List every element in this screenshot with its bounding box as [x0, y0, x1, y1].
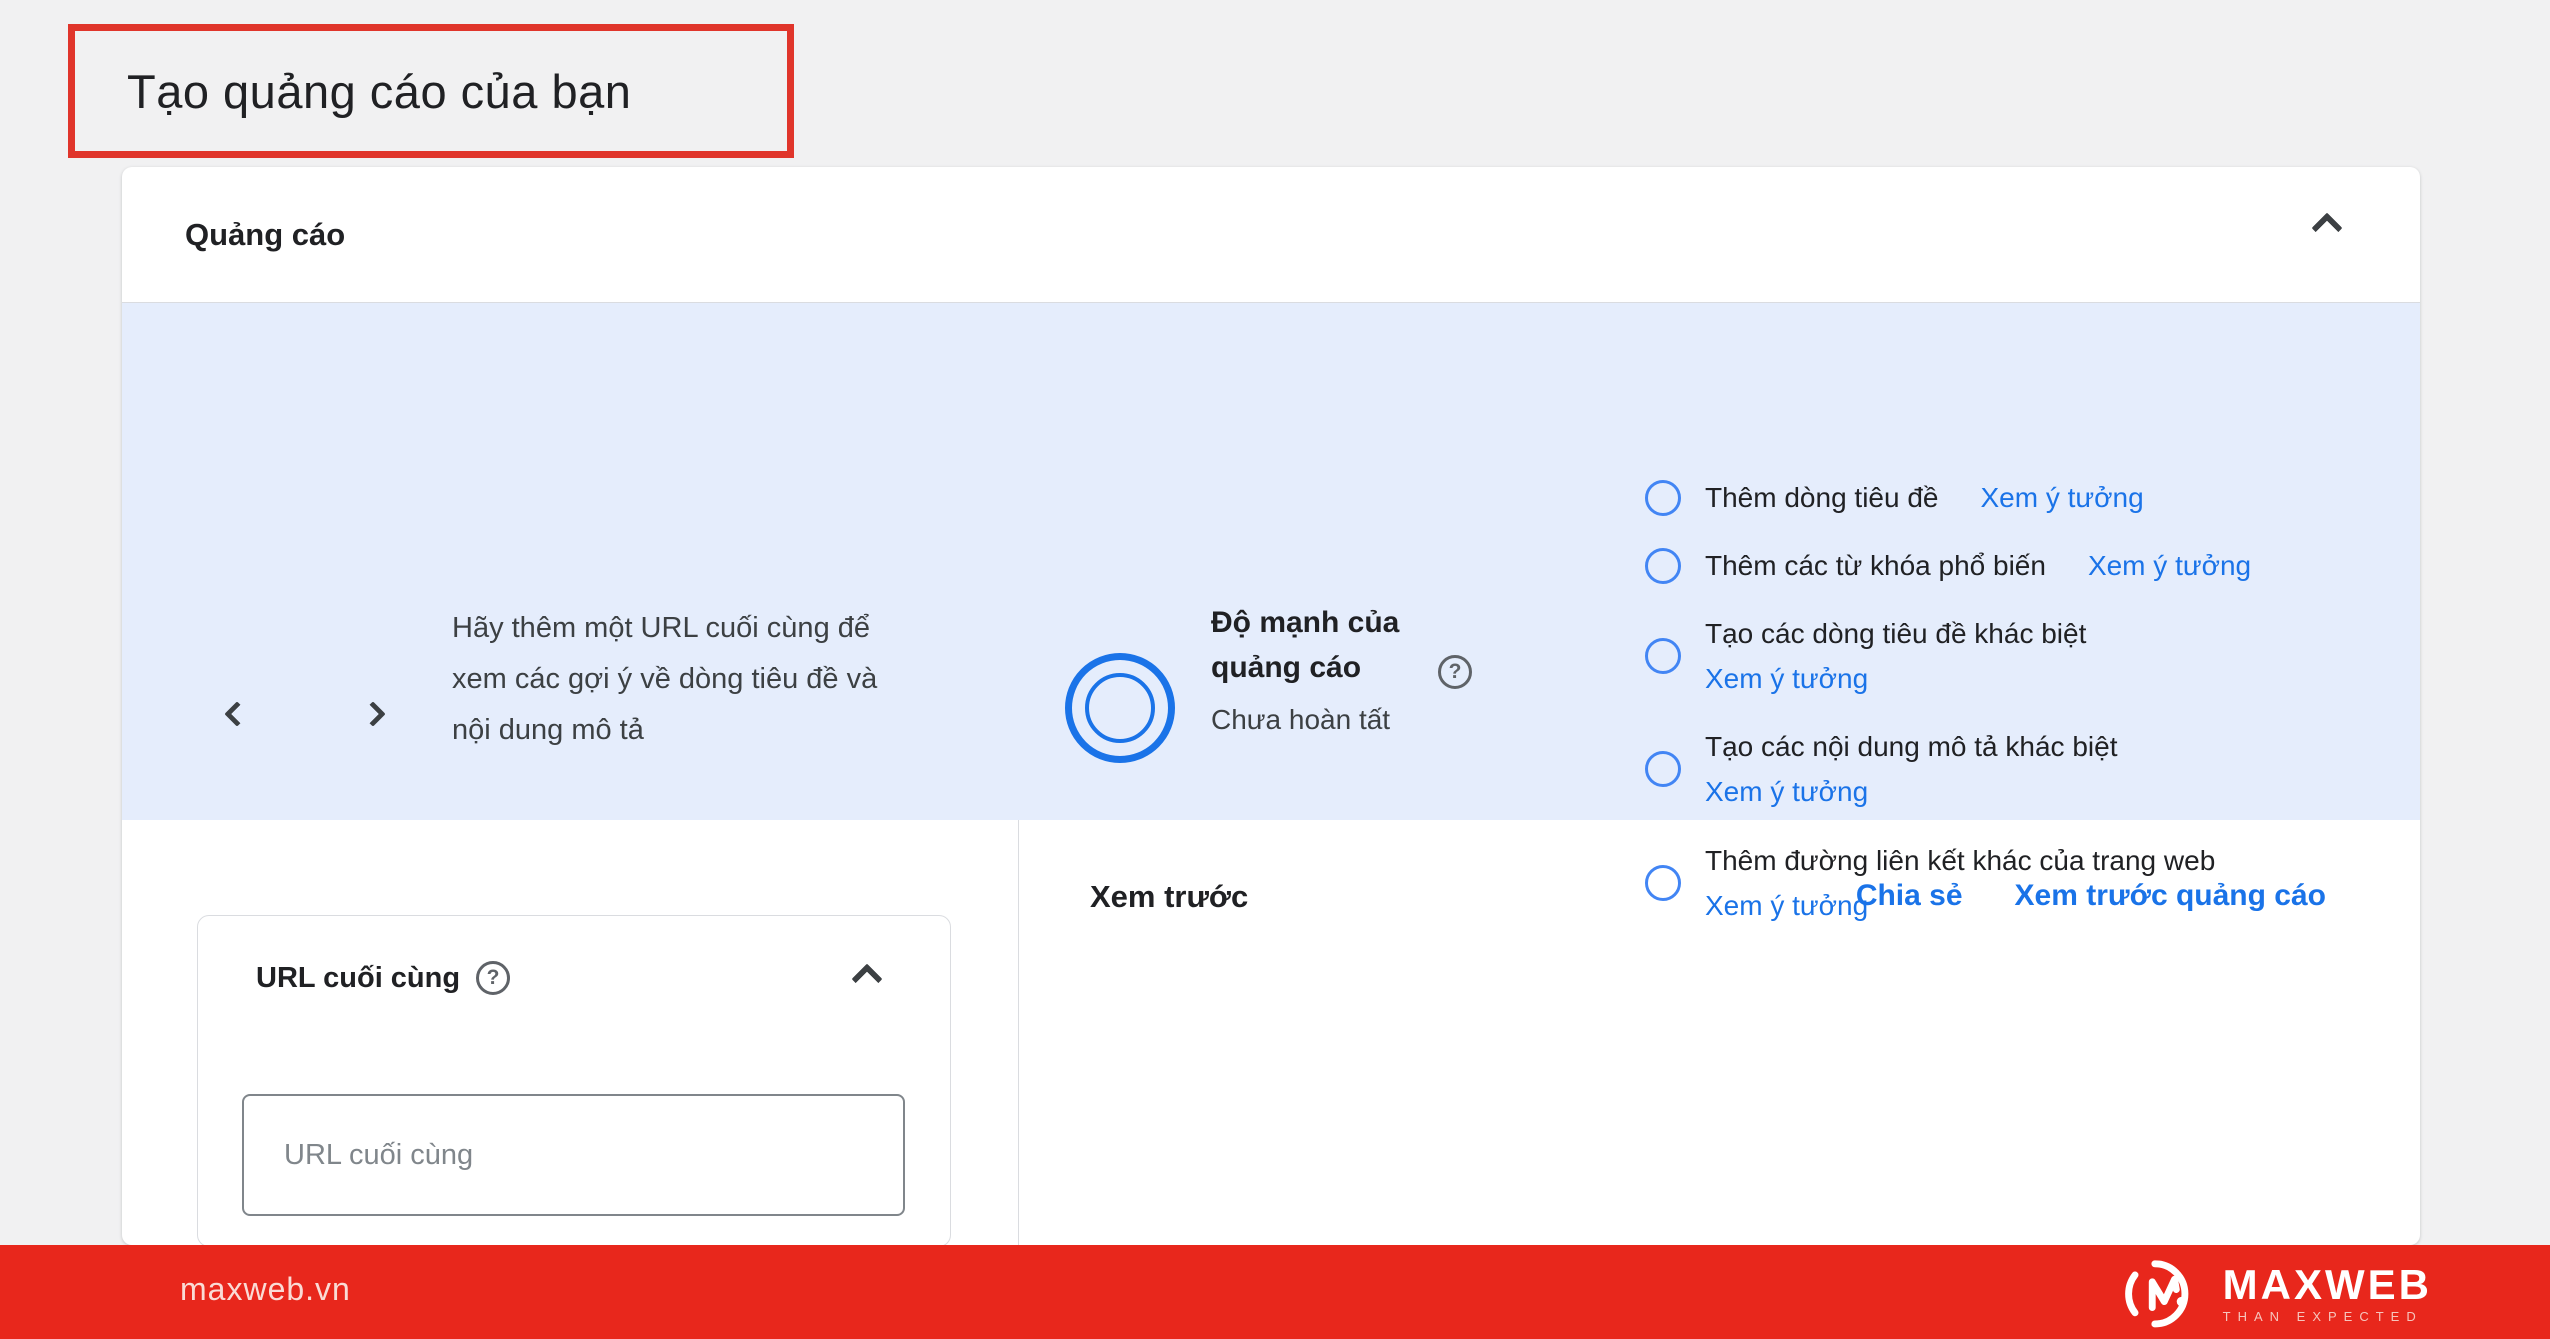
- final-url-input[interactable]: [242, 1094, 905, 1216]
- page: Tạo quảng cáo của bạn Quảng cáo Hãy thêm…: [0, 0, 2550, 1339]
- suggestion-label: Thêm đường liên kết khác của trang web: [1705, 838, 2215, 883]
- footer-brand: MAXWEB THAN EXPECTED: [2123, 1251, 2432, 1335]
- ad-card-header: Quảng cáo: [122, 167, 2420, 303]
- page-title-highlight-box: Tạo quảng cáo của bạn: [68, 24, 794, 158]
- carousel-next-button[interactable]: [350, 691, 396, 737]
- radio-button-icon[interactable]: [1645, 480, 1681, 516]
- help-icon[interactable]: ?: [1438, 655, 1472, 689]
- help-icon[interactable]: ?: [476, 961, 510, 995]
- chevron-right-icon: [360, 701, 385, 726]
- final-url-title: URL cuối cùng: [256, 962, 460, 995]
- ad-preview-link[interactable]: Xem trước quảng cáo: [2015, 879, 2326, 913]
- suggestion-item-add-keywords: Thêm các từ khóa phổ biến Xem ý tưởng: [1645, 543, 2251, 588]
- ad-strength-banner: Hãy thêm một URL cuối cùng để xem các gợ…: [122, 303, 2420, 820]
- radio-button-icon[interactable]: [1645, 638, 1681, 674]
- suggestion-item-unique-headlines: Tạo các dòng tiêu đề khác biệt Xem ý tưở…: [1645, 611, 2086, 701]
- suggestion-label: Thêm dòng tiêu đề: [1705, 475, 1939, 520]
- collapse-card-button[interactable]: [2316, 217, 2338, 244]
- column-divider: [1018, 820, 1019, 1245]
- ad-card-title: Quảng cáo: [185, 217, 345, 253]
- share-link[interactable]: Chia sẻ: [1856, 879, 1963, 913]
- ad-card: Quảng cáo Hãy thêm một URL cuối cùng để …: [122, 167, 2420, 1245]
- view-ideas-link[interactable]: Xem ý tưởng: [1705, 656, 2086, 701]
- preview-title: Xem trước: [1090, 879, 1248, 915]
- view-ideas-link[interactable]: Xem ý tưởng: [1705, 769, 2117, 814]
- banner-hint-text: Hãy thêm một URL cuối cùng để xem các gợ…: [452, 603, 880, 756]
- final-url-card: URL cuối cùng ?: [197, 915, 951, 1247]
- footer-bar: maxweb.vn MAXWEB THAN EXPECTED: [0, 1245, 2550, 1339]
- ad-strength-gauge: [1065, 653, 1175, 763]
- page-title: Tạo quảng cáo của bạn: [127, 64, 631, 119]
- footer-brand-tagline: THAN EXPECTED: [2223, 1309, 2432, 1324]
- carousel-prev-button[interactable]: [214, 691, 260, 737]
- ad-strength-block: Độ mạnh của quảng cáo Chưa hoàn tất: [1211, 600, 1436, 740]
- final-url-header: URL cuối cùng ?: [256, 961, 510, 995]
- suggestion-label: Thêm các từ khóa phổ biến: [1705, 543, 2046, 588]
- radio-button-icon[interactable]: [1645, 865, 1681, 901]
- view-ideas-link[interactable]: Xem ý tưởng: [1981, 475, 2144, 520]
- suggestion-label: Tạo các dòng tiêu đề khác biệt: [1705, 611, 2086, 656]
- ad-strength-gauge-inner: [1085, 673, 1155, 743]
- chevron-up-icon: [2311, 212, 2342, 243]
- maxweb-logo-icon: [2123, 1251, 2209, 1335]
- radio-button-icon[interactable]: [1645, 548, 1681, 584]
- view-ideas-link[interactable]: Xem ý tưởng: [2088, 543, 2251, 588]
- chevron-left-icon: [224, 701, 249, 726]
- suggestion-item-unique-descriptions: Tạo các nội dung mô tả khác biệt Xem ý t…: [1645, 724, 2117, 814]
- chevron-up-icon: [851, 963, 882, 994]
- suggestion-item-add-headlines: Thêm dòng tiêu đề Xem ý tưởng: [1645, 475, 2144, 520]
- footer-brand-name: MAXWEB: [2223, 1263, 2432, 1307]
- collapse-final-url-button[interactable]: [856, 968, 878, 995]
- footer-site-text: maxweb.vn: [180, 1271, 351, 1308]
- suggestion-label: Tạo các nội dung mô tả khác biệt: [1705, 724, 2117, 769]
- ad-strength-title: Độ mạnh của quảng cáo: [1211, 600, 1436, 690]
- ad-strength-status: Chưa hoàn tất: [1211, 700, 1436, 740]
- radio-button-icon[interactable]: [1645, 751, 1681, 787]
- preview-links: Chia sẻ Xem trước quảng cáo: [1856, 879, 2326, 913]
